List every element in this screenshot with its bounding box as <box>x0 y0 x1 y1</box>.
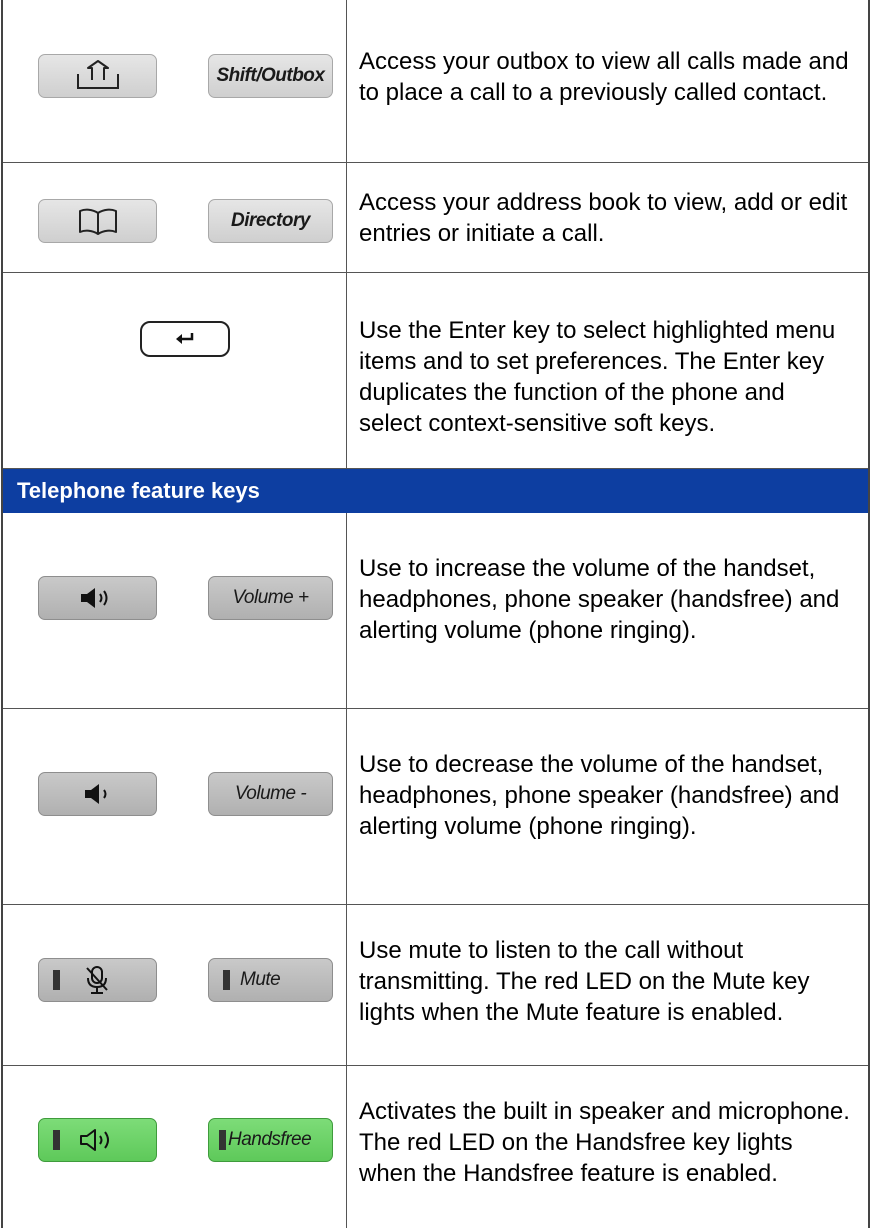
volume-up-key-label: Volume + <box>232 587 309 608</box>
key-images-cell: Shift/Outbox <box>3 0 347 162</box>
table-row-volume-down: Volume - Use to decrease the volume of t… <box>3 709 868 905</box>
mute-key-label: Mute <box>240 969 281 990</box>
table-row-outbox: Shift/Outbox Access your outbox to view … <box>3 0 868 163</box>
volume-down-key[interactable]: Volume - <box>208 772 333 816</box>
outbox-description: Access your outbox to view all calls mad… <box>359 48 849 106</box>
speaker-icon <box>78 1128 122 1152</box>
shift-outbox-key[interactable]: Shift/Outbox <box>208 54 333 98</box>
volume-down-icon-key[interactable] <box>38 772 157 816</box>
led-indicator <box>223 970 230 990</box>
section-header-title: Telephone feature keys <box>17 478 260 503</box>
outbox-key[interactable] <box>38 54 157 98</box>
volume-down-key-label: Volume - <box>234 783 307 804</box>
table-row-volume-up: Volume + Use to increase the volume of t… <box>3 513 868 709</box>
mute-key[interactable]: Mute <box>208 958 333 1002</box>
table-row-enter: Use the Enter key to select highlighted … <box>3 273 868 469</box>
outbox-icon <box>74 60 122 92</box>
enter-description: Use the Enter key to select highlighted … <box>359 317 836 437</box>
mute-icon-key[interactable] <box>38 958 157 1002</box>
enter-icon <box>174 332 196 346</box>
key-images-cell: Mute <box>3 905 347 1065</box>
key-images-cell: Directory <box>3 163 347 272</box>
directory-key[interactable]: Directory <box>208 199 333 243</box>
book-key[interactable] <box>38 199 157 243</box>
handsfree-description: Activates the built in speaker and micro… <box>359 1098 850 1187</box>
key-images-cell: Volume - <box>3 709 347 904</box>
volume-down-icon <box>82 782 114 806</box>
key-images-cell <box>3 273 347 468</box>
volume-up-icon <box>78 586 118 610</box>
directory-key-label: Directory <box>231 210 310 231</box>
mute-mic-icon <box>84 965 110 995</box>
section-header: Telephone feature keys <box>3 469 868 513</box>
volume-down-description: Use to decrease the volume of the handse… <box>359 751 840 840</box>
led-indicator <box>53 1130 60 1150</box>
key-images-cell: Handsfree <box>3 1066 347 1228</box>
volume-up-key[interactable]: Volume + <box>208 576 333 620</box>
table-row-mute: Mute Use mute to listen to the call with… <box>3 905 868 1066</box>
handsfree-icon-key[interactable] <box>38 1118 157 1162</box>
directory-description: Access your address book to view, add or… <box>359 189 848 247</box>
table-row-directory: Directory Access your address book to vi… <box>3 163 868 273</box>
volume-up-description: Use to increase the volume of the handse… <box>359 555 840 644</box>
mute-description: Use mute to listen to the call without t… <box>359 937 810 1026</box>
led-indicator <box>53 970 60 990</box>
volume-up-icon-key[interactable] <box>38 576 157 620</box>
key-images-cell: Volume + <box>3 513 347 708</box>
book-icon <box>78 207 118 235</box>
enter-key[interactable] <box>140 321 230 357</box>
led-indicator <box>219 1130 226 1150</box>
shift-outbox-key-label: Shift/Outbox <box>216 65 325 86</box>
handsfree-key[interactable]: Handsfree <box>208 1118 333 1162</box>
handsfree-key-label: Handsfree <box>228 1129 312 1150</box>
table-row-handsfree: Handsfree Activates the built in speaker… <box>3 1066 868 1228</box>
feature-keys-table: Shift/Outbox Access your outbox to view … <box>1 0 870 1228</box>
